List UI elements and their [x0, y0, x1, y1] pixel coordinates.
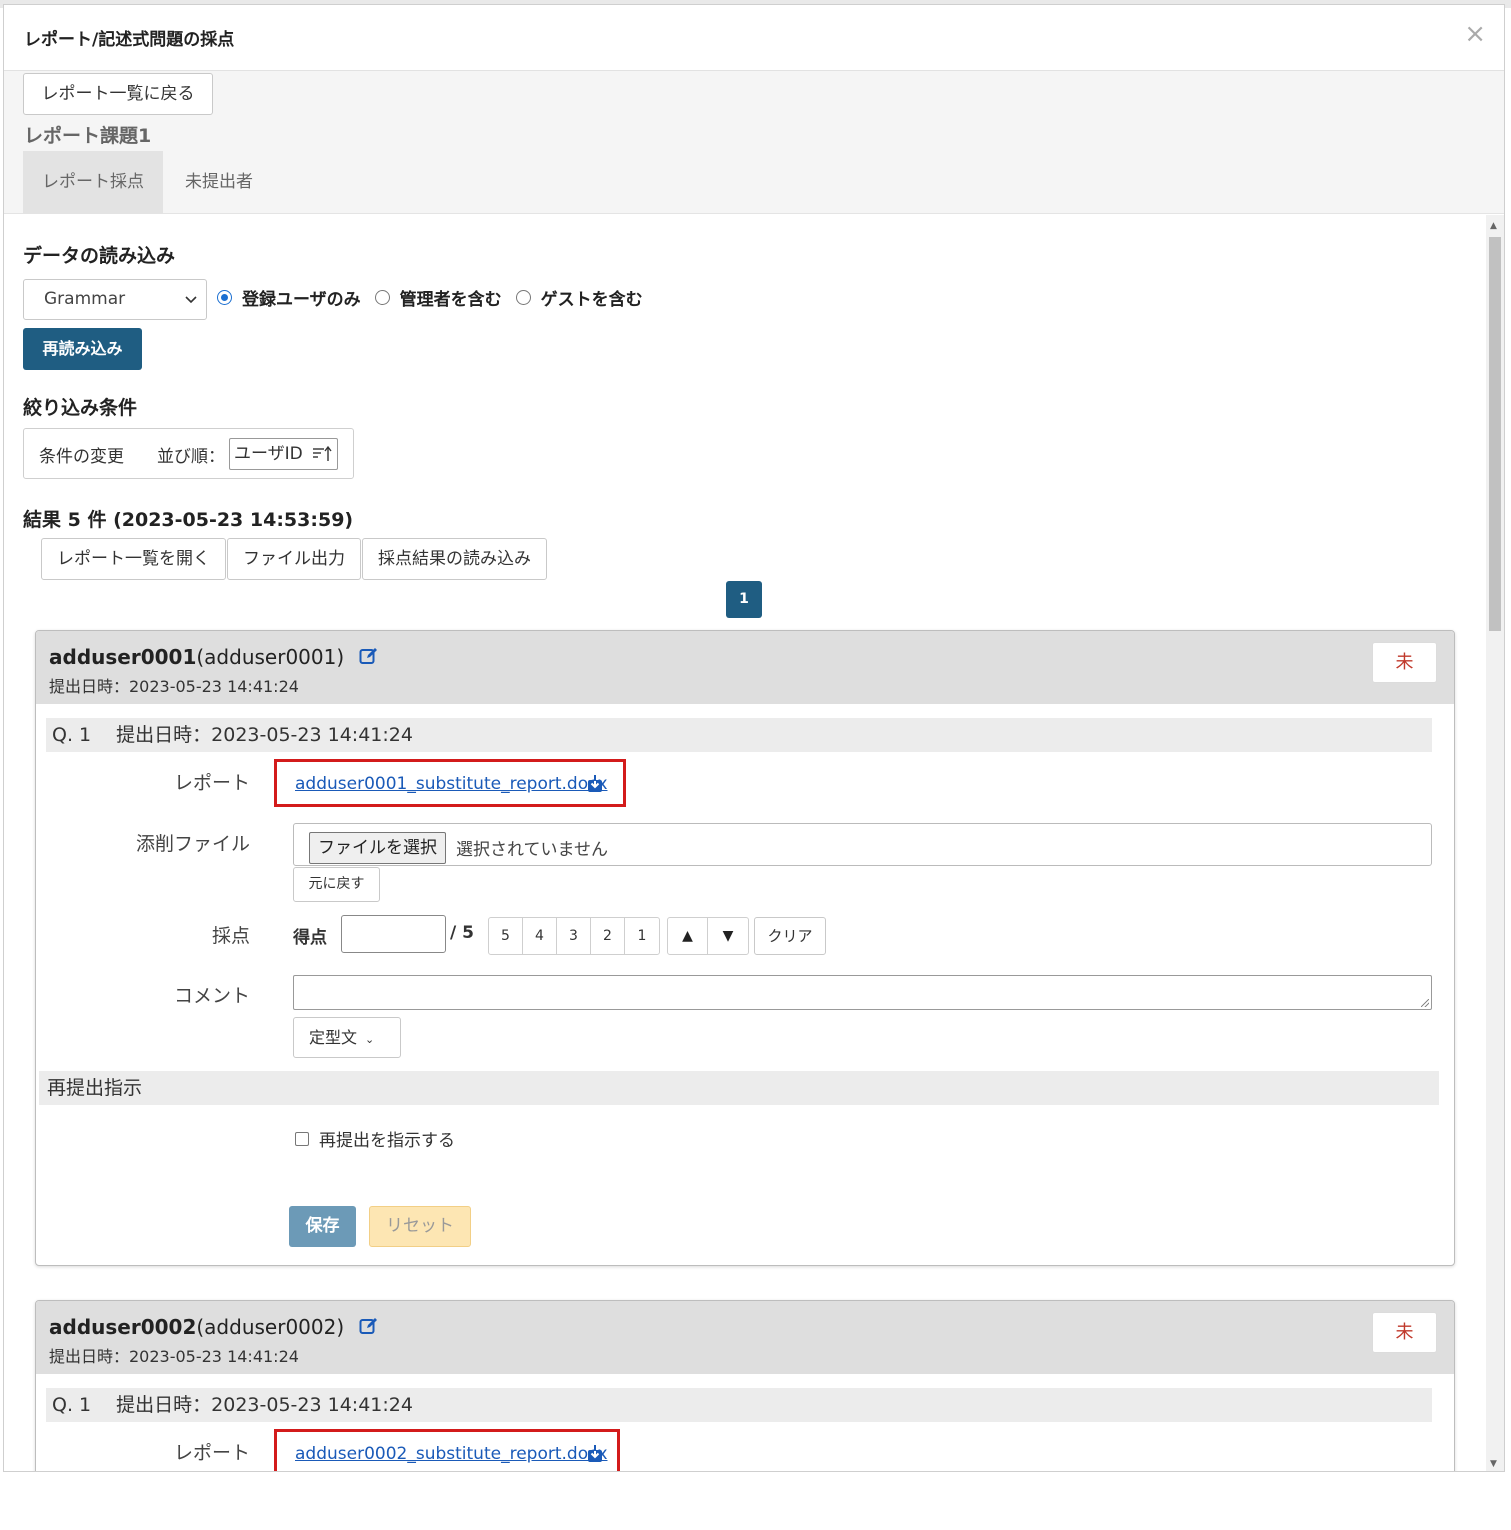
- import-grades-button[interactable]: 採点結果の読み込み: [362, 538, 547, 580]
- resubmit-checkbox[interactable]: [295, 1131, 309, 1146]
- submitted-at: 提出日時：2023-05-23 14:41:24: [49, 677, 299, 696]
- radio-include-guest[interactable]: [515, 290, 531, 305]
- edit-icon[interactable]: [359, 1316, 379, 1341]
- close-icon[interactable]: ×: [1464, 21, 1486, 47]
- attachment-label: 添削ファイル: [135, 833, 250, 855]
- back-to-report-list-button[interactable]: レポート一覧に戻る: [23, 73, 213, 115]
- score-up-button[interactable]: ▲: [668, 918, 708, 954]
- report-label: レポート: [173, 1442, 250, 1464]
- template-dropdown[interactable]: 定型文 ⌄: [293, 1017, 401, 1058]
- grading-modal: レポート/記述式問題の採点 × レポート一覧に戻る レポート課題1 レポート採点…: [3, 4, 1505, 1472]
- resubmit-checkbox-row: 再提出を指示する: [295, 1126, 455, 1151]
- score-3-button[interactable]: 3: [557, 918, 591, 954]
- filter-heading: 絞り込み条件: [23, 397, 138, 419]
- sort-order-select[interactable]: ユーザID: [229, 438, 338, 470]
- resize-grip-icon[interactable]: [1421, 999, 1429, 1007]
- scroll-up-icon[interactable]: ▲: [1490, 221, 1497, 231]
- radio-registered-only[interactable]: [217, 290, 232, 305]
- scoring-label: 採点: [211, 925, 250, 947]
- user-scope-radios: 登録ユーザのみ 管理者を含む ゲストを含む: [217, 285, 657, 310]
- card-header: adduser0001(adduser0001) 提出日時：2023-05-23…: [36, 631, 1454, 704]
- sort-ascending-icon: [312, 439, 332, 479]
- comment-textarea[interactable]: [293, 975, 1432, 1010]
- scroll-content: データの読み込み Grammar 登録ユーザのみ 管理者を含む ゲストを含む 再…: [4, 215, 1486, 1471]
- tab-not-submitted[interactable]: 未提出者: [166, 151, 272, 214]
- status-badge[interactable]: 未: [1372, 642, 1437, 683]
- comment-label: コメント: [173, 985, 250, 1007]
- card-header: adduser0002(adduser0002) 提出日時：2023-05-23…: [36, 1301, 1454, 1374]
- filter-box: 条件の変更 並び順： ユーザID: [23, 428, 354, 479]
- chevron-down-icon: [184, 280, 198, 335]
- score-label: 得点: [293, 928, 327, 948]
- top-area: レポート一覧に戻る レポート課題1 レポート採点 未提出者: [4, 71, 1504, 214]
- score-down-button[interactable]: ▼: [708, 918, 748, 954]
- report-label: レポート: [173, 772, 250, 794]
- assignment-title: レポート課題1: [24, 125, 152, 147]
- user-id: adduser0001: [49, 645, 197, 669]
- attachment-file-input[interactable]: ファイルを選択 選択されていません: [293, 823, 1432, 866]
- resubmit-checkbox-label: 再提出を指示する: [319, 1131, 455, 1151]
- user-login: (adduser0002): [196, 1315, 345, 1339]
- sort-order-label: 並び順：: [157, 447, 225, 467]
- radio-label: 登録ユーザのみ: [242, 290, 361, 310]
- load-heading: データの読み込み: [23, 245, 176, 267]
- reset-button[interactable]: リセット: [369, 1206, 471, 1247]
- result-actions: レポート一覧を開く ファイル出力 採点結果の読み込み: [41, 538, 548, 580]
- chevron-down-icon: ⌄: [365, 1033, 375, 1046]
- revert-button[interactable]: 元に戻す: [293, 867, 380, 902]
- question-bar: Q. 1 提出日時：2023-05-23 14:41:24: [46, 718, 1432, 752]
- score-step-buttons: ▲ ▼: [667, 917, 749, 955]
- user-name: adduser0002(adduser0002): [49, 1315, 379, 1341]
- radio-include-admin[interactable]: [374, 290, 390, 305]
- quick-score-buttons: 5 4 3 2 1: [488, 917, 660, 955]
- report-file-link[interactable]: adduser0001_substitute_report.docx: [295, 774, 608, 794]
- result-summary: 結果 5 件 (2023-05-23 14:53:59): [23, 509, 354, 531]
- user-id: adduser0002: [49, 1315, 197, 1339]
- report-file-link[interactable]: adduser0002_substitute_report.docx: [295, 1444, 608, 1464]
- choose-file-button[interactable]: ファイルを選択: [309, 832, 446, 864]
- download-icon[interactable]: [587, 1445, 603, 1467]
- template-label: 定型文: [309, 1028, 358, 1047]
- user-login: (adduser0001): [196, 645, 345, 669]
- sort-order-value: ユーザID: [234, 444, 303, 464]
- modal-header: レポート/記述式問題の採点 ×: [4, 5, 1504, 71]
- reload-button[interactable]: 再読み込み: [23, 328, 142, 370]
- open-report-list-button[interactable]: レポート一覧を開く: [41, 538, 226, 580]
- submission-card: adduser0001(adduser0001) 提出日時：2023-05-23…: [35, 630, 1455, 1266]
- scrollbar-thumb[interactable]: [1489, 237, 1501, 631]
- score-1-button[interactable]: 1: [625, 918, 659, 954]
- radio-label: 管理者を含む: [399, 290, 502, 310]
- radio-label: ゲストを含む: [540, 290, 643, 310]
- score-input[interactable]: [341, 915, 446, 953]
- score-4-button[interactable]: 4: [523, 918, 557, 954]
- change-conditions-link[interactable]: 条件の変更: [39, 442, 124, 467]
- clear-score-button[interactable]: クリア: [754, 917, 826, 955]
- download-icon[interactable]: [587, 775, 603, 797]
- score-max: / 5: [450, 923, 474, 943]
- score-5-button[interactable]: 5: [489, 918, 523, 954]
- status-badge[interactable]: 未: [1372, 1312, 1437, 1353]
- pagination-page-1[interactable]: 1: [726, 581, 762, 618]
- report-highlight-box: adduser0001_substitute_report.docx: [274, 759, 626, 807]
- resubmit-heading: 再提出指示: [39, 1071, 1439, 1105]
- scroll-down-icon[interactable]: ▼: [1490, 1459, 1497, 1469]
- save-button[interactable]: 保存: [289, 1206, 356, 1247]
- report-highlight-box: adduser0002_substitute_report.docx: [274, 1429, 620, 1471]
- user-name: adduser0001(adduser0001): [49, 645, 379, 671]
- edit-icon[interactable]: [359, 646, 379, 671]
- submitted-at: 提出日時：2023-05-23 14:41:24: [49, 1347, 299, 1366]
- no-file-text: 選択されていません: [456, 840, 608, 860]
- score-2-button[interactable]: 2: [591, 918, 625, 954]
- question-bar: Q. 1 提出日時：2023-05-23 14:41:24: [46, 1388, 1432, 1422]
- submission-card: adduser0002(adduser0002) 提出日時：2023-05-23…: [35, 1300, 1455, 1471]
- course-select-value: Grammar: [44, 289, 126, 309]
- vertical-scrollbar[interactable]: ▲ ▼: [1486, 215, 1504, 1471]
- file-export-button[interactable]: ファイル出力: [227, 538, 361, 580]
- modal-title: レポート/記述式問題の採点: [24, 30, 235, 50]
- tab-report-grading[interactable]: レポート採点: [23, 151, 163, 214]
- course-select[interactable]: Grammar: [23, 279, 207, 320]
